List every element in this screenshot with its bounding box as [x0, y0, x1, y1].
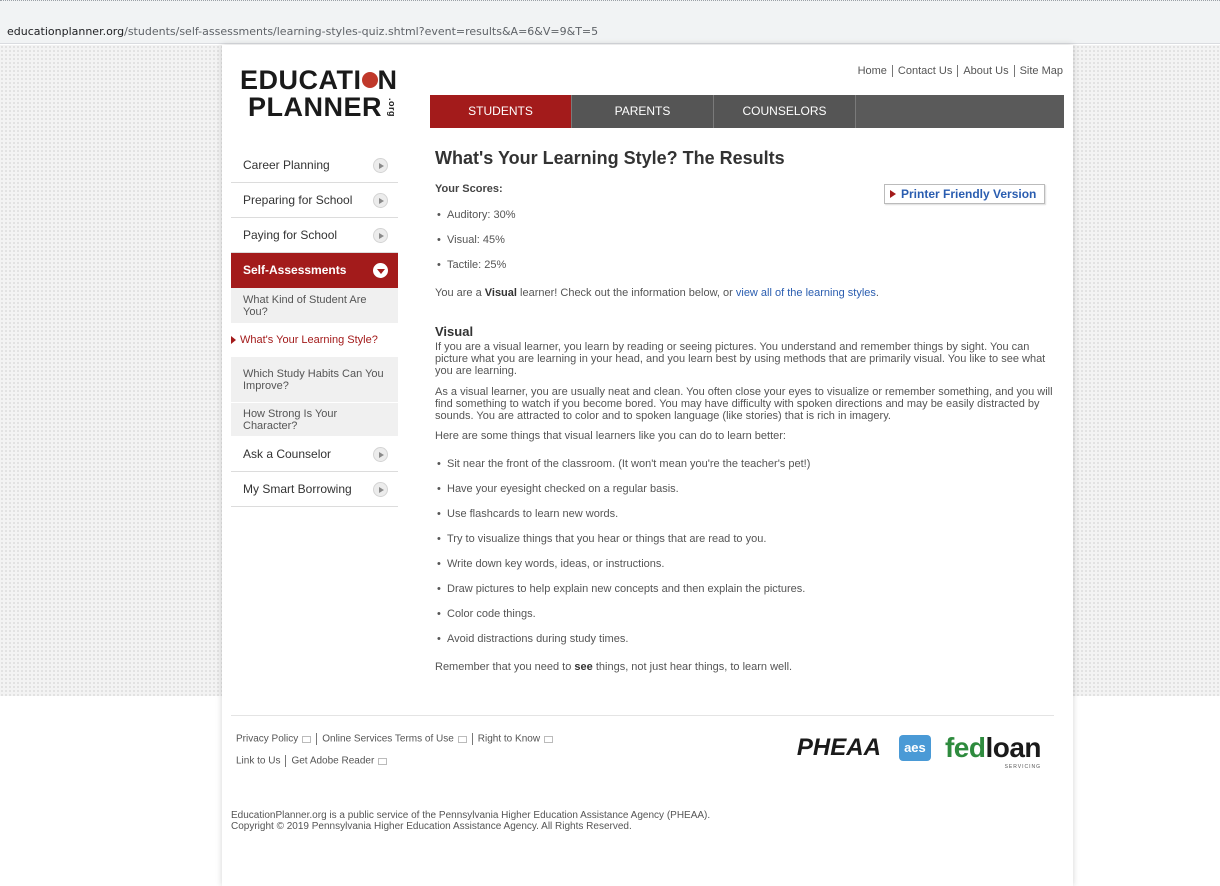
sidebar-item-ask-a-counselor[interactable]: Ask a Counselor	[231, 437, 398, 472]
section-title: Visual	[435, 324, 474, 339]
sidebar: Career Planning Preparing for School Pay…	[231, 148, 398, 507]
visual-paragraph-1: If you are a visual learner, you learn b…	[435, 341, 1046, 377]
fedloan-logo[interactable]: fedloan SERVICING	[945, 732, 1042, 770]
chevron-right-icon	[373, 158, 388, 173]
sidebar-item-self-assessments[interactable]: Self-Assessments	[231, 253, 398, 288]
address-bar[interactable]: educationplanner.org/students/self-asses…	[0, 0, 1220, 44]
external-link-icon	[544, 735, 554, 743]
apple-icon	[361, 71, 378, 88]
chevron-right-icon	[373, 228, 388, 243]
visual-paragraph-2: As a visual learner, you are usually nea…	[435, 386, 1053, 422]
page-title: What's Your Learning Style? The Results	[435, 148, 785, 168]
main-nav: STUDENTS PARENTS COUNSELORS	[430, 95, 1064, 128]
link-to-us-link[interactable]: Link to Us	[236, 756, 280, 767]
right-to-know-link[interactable]: Right to Know	[478, 734, 540, 745]
tip-item: Color code things.	[435, 602, 1060, 627]
score-auditory: Auditory: 30%	[435, 203, 1060, 228]
tab-counselors[interactable]: COUNSELORS	[714, 95, 856, 128]
tip-item: Try to visualize things that you hear or…	[435, 527, 1060, 552]
main-content: What's Your Learning Style? The Results …	[435, 148, 1060, 673]
score-tactile: Tactile: 25%	[435, 253, 1060, 278]
scores-list: Auditory: 30% Visual: 45% Tactile: 25%	[435, 203, 1060, 278]
tips-intro: Here are some things that visual learner…	[435, 430, 786, 442]
tip-item: Have your eyesight checked on a regular …	[435, 477, 1060, 502]
current-page-arrow-icon	[231, 336, 236, 344]
footer-links-row-1: Privacy Policy Online Services Terms of U…	[236, 733, 554, 745]
arrow-right-icon	[890, 190, 896, 198]
sidebar-item-career-planning[interactable]: Career Planning	[231, 148, 398, 183]
sidebar-subitem-student-type[interactable]: What Kind of Student Are You?	[231, 288, 398, 324]
tab-students[interactable]: STUDENTS	[430, 95, 572, 128]
partner-logos: PHEAA aes fedloan SERVICING	[797, 728, 1042, 770]
tips-list: Sit near the front of the classroom. (It…	[435, 452, 1060, 652]
sidebar-subitem-study-habits[interactable]: Which Study Habits Can You Improve?	[231, 357, 398, 403]
tip-item: Sit near the front of the classroom. (It…	[435, 452, 1060, 477]
tip-item: Use flashcards to learn new words.	[435, 502, 1060, 527]
chevron-down-icon	[373, 263, 388, 278]
terms-of-use-link[interactable]: Online Services Terms of Use	[322, 734, 454, 745]
chevron-right-icon	[373, 193, 388, 208]
top-link-contact[interactable]: Contact Us	[898, 65, 952, 77]
adobe-reader-link[interactable]: Get Adobe Reader	[291, 756, 374, 767]
footer-divider	[231, 715, 1054, 716]
tip-item: Draw pictures to help explain new concep…	[435, 577, 1060, 602]
education-planner-logo[interactable]: EDUCATI N PLANNER .org	[240, 67, 410, 127]
sidebar-item-paying-for-school[interactable]: Paying for School	[231, 218, 398, 253]
external-link-icon	[378, 757, 388, 765]
page-container: EDUCATI N PLANNER .org Home Contact Us About…	[222, 45, 1073, 886]
tip-item: Write down key words, ideas, or instruct…	[435, 552, 1060, 577]
top-link-about[interactable]: About Us	[963, 65, 1008, 77]
top-link-home[interactable]: Home	[858, 65, 887, 77]
top-link-sitemap[interactable]: Site Map	[1020, 65, 1063, 77]
view-all-styles-link[interactable]: view all of the learning styles	[736, 287, 876, 299]
sidebar-subitem-character[interactable]: How Strong Is Your Character?	[231, 403, 398, 437]
external-link-icon	[457, 735, 467, 743]
external-link-icon	[302, 735, 312, 743]
aes-logo[interactable]: aes	[898, 735, 931, 761]
chevron-right-icon	[373, 447, 388, 462]
tab-parents[interactable]: PARENTS	[572, 95, 714, 128]
privacy-policy-link[interactable]: Privacy Policy	[236, 734, 298, 745]
closing-statement: Remember that you need to see things, no…	[435, 661, 793, 673]
sidebar-item-my-smart-borrowing[interactable]: My Smart Borrowing	[231, 472, 398, 507]
tip-item: Avoid distractions during study times.	[435, 627, 1060, 652]
legal-notice: EducationPlanner.org is a public service…	[231, 810, 711, 832]
sidebar-subitem-learning-style[interactable]: What's Your Learning Style?	[231, 324, 398, 357]
chevron-right-icon	[373, 482, 388, 497]
result-statement: You are a Visual learner! Check out the …	[435, 287, 879, 299]
printer-friendly-button[interactable]: Printer Friendly Version	[884, 184, 1045, 204]
score-visual: Visual: 45%	[435, 228, 1060, 253]
footer-links-row-2: Link to Us Get Adobe Reader	[236, 755, 388, 767]
url-text[interactable]: educationplanner.org/students/self-asses…	[7, 25, 598, 38]
sidebar-item-preparing-for-school[interactable]: Preparing for School	[231, 183, 398, 218]
pheaa-logo[interactable]: PHEAA	[797, 734, 881, 762]
top-links: Home Contact Us About Us Site Map	[858, 65, 1063, 78]
